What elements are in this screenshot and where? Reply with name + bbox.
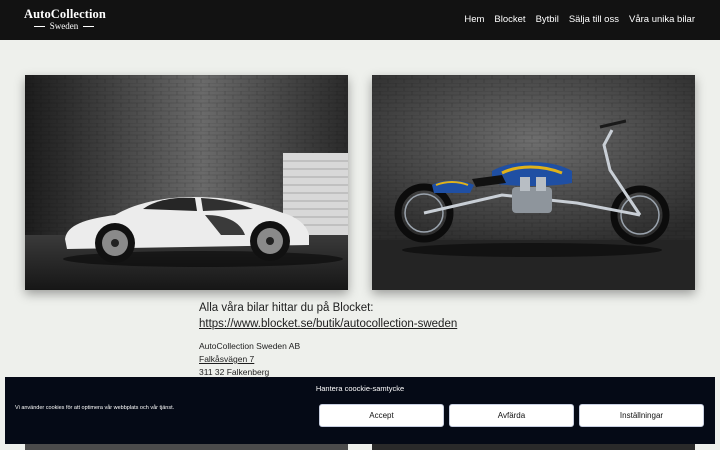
- cookie-banner-title: Hantera coockie-samtycke: [315, 384, 405, 393]
- header: AutoCollection Sweden Hem Blocket Bytbil…: [0, 0, 720, 40]
- cookie-banner-text: Vi använder cookies för att optimera vår…: [15, 405, 175, 411]
- car-photo: [25, 75, 348, 290]
- cookie-accept-button[interactable]: Accept: [319, 404, 444, 427]
- car-illustration: [25, 75, 348, 290]
- motorcycle-photo: [372, 75, 695, 290]
- logo-dash-right: [83, 26, 95, 27]
- cookie-settings-button[interactable]: Inställningar: [579, 404, 704, 427]
- blocket-link[interactable]: https://www.blocket.se/butik/autocollect…: [199, 316, 457, 332]
- logo-subtitle-row: Sweden: [24, 21, 104, 32]
- car-photo-bottom: [25, 444, 348, 450]
- company-name: AutoCollection Sweden AB: [199, 341, 301, 351]
- nav-item-salja-till-oss[interactable]: Sälja till oss: [569, 13, 619, 26]
- car-photo-bottom-right: [372, 444, 695, 450]
- logo-subtitle: Sweden: [49, 21, 79, 31]
- nav-item-blocket[interactable]: Blocket: [494, 13, 525, 26]
- cookie-deny-button[interactable]: Avfärda: [449, 404, 574, 427]
- motorcycle-illustration: [372, 75, 695, 290]
- company-address: AutoCollection Sweden AB Falkåsvägen 7 3…: [199, 340, 300, 378]
- site-logo[interactable]: AutoCollection Sweden: [24, 7, 106, 32]
- intro-text: Alla våra bilar hittar du på Blocket:: [199, 302, 374, 314]
- nav-item-hem[interactable]: Hem: [464, 13, 484, 26]
- logo-title: AutoCollection: [24, 7, 106, 21]
- street-address-link[interactable]: Falkåsvägen 7: [199, 353, 300, 366]
- cookie-consent-banner: Hantera coockie-samtycke Vi använder coo…: [5, 377, 715, 444]
- nav-item-bytbil[interactable]: Bytbil: [536, 13, 559, 26]
- intro-block: Alla våra bilar hittar du på Blocket: ht…: [199, 300, 457, 332]
- main-nav: Hem Blocket Bytbil Sälja till oss Våra u…: [464, 13, 695, 26]
- nav-item-vara-unika-bilar[interactable]: Våra unika bilar: [629, 13, 695, 26]
- logo-dash-left: [33, 26, 45, 27]
